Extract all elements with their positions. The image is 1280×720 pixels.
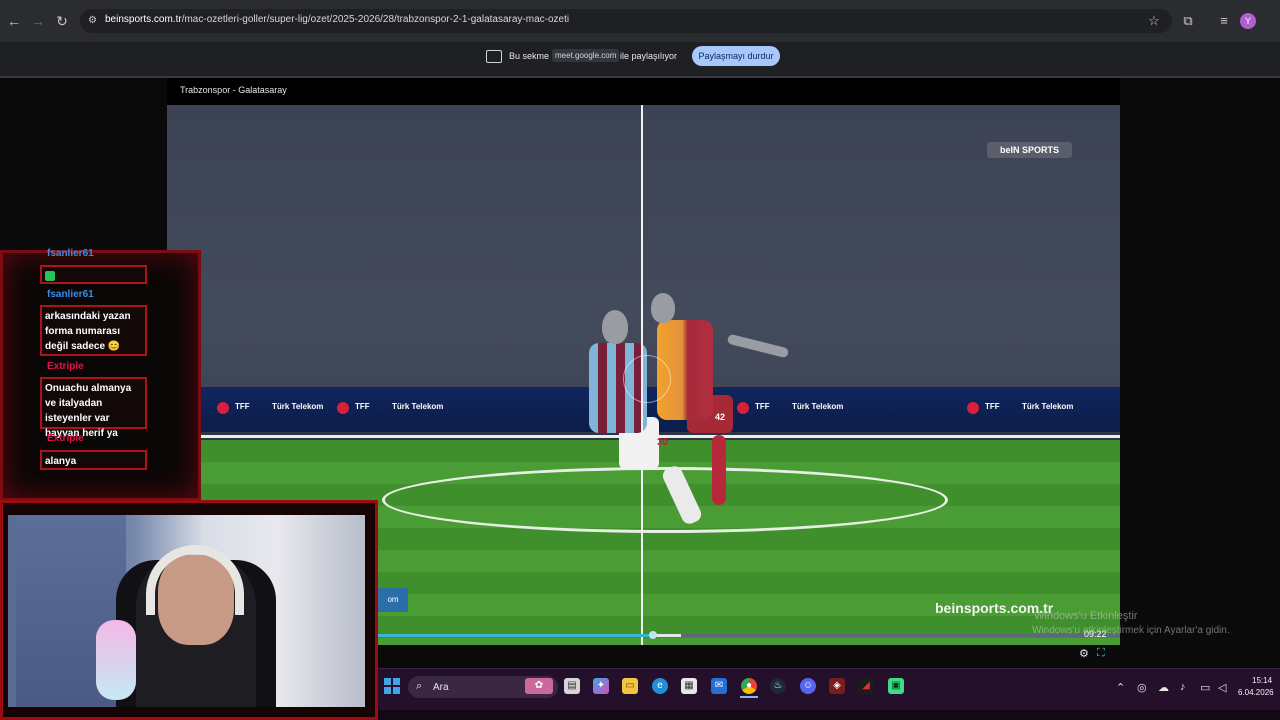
media-icon[interactable]: ≡ <box>1215 12 1233 30</box>
star-icon[interactable]: ☆ <box>1145 12 1163 30</box>
security-icon[interactable]: ◈ <box>829 678 845 694</box>
player-number: 42 <box>715 412 726 422</box>
android-icon[interactable]: ▣ <box>888 678 904 694</box>
folder-icon[interactable]: ▭ <box>622 678 638 694</box>
video-header <box>167 78 1120 105</box>
search-icon: ⌕ <box>416 680 423 692</box>
player-arm <box>726 333 790 359</box>
widget-icon[interactable]: ✿ <box>525 678 553 694</box>
ad-text: TFF <box>355 402 370 411</box>
url-text[interactable]: beinsports.com.tr/mac-ozetleri-goller/su… <box>105 14 569 25</box>
obs-icon[interactable]: ◎ <box>1137 681 1147 694</box>
channel-logo: beIN SPORTS <box>987 142 1072 158</box>
chat-message: alanya <box>40 450 147 470</box>
fullscreen-icon[interactable]: ⛶ <box>1097 647 1105 660</box>
ad-text: TFF <box>985 402 1000 411</box>
emote-icon <box>45 271 55 281</box>
network-icon[interactable]: ▭ <box>1200 681 1210 694</box>
back-icon[interactable]: ← <box>4 11 24 31</box>
chat-username: fsanlier61 <box>47 289 94 300</box>
edge-icon[interactable]: e <box>652 678 668 694</box>
copilot-icon[interactable]: ✦ <box>593 678 609 694</box>
offside-line <box>641 105 643 645</box>
share-text-before: Bu sekme <box>509 51 550 61</box>
webcam-feed <box>8 515 365 707</box>
forward-icon[interactable]: → <box>28 11 48 31</box>
tff-logo-icon <box>337 402 349 414</box>
cloud-icon[interactable]: ☁ <box>1158 681 1169 694</box>
ad-text: Türk Telekom <box>792 402 844 411</box>
chat-message: arkasındaki yazan forma numarası değil s… <box>40 305 147 356</box>
chrome-icon[interactable]: ● <box>741 678 757 694</box>
ad-text: TFF <box>235 402 250 411</box>
mini-badge: om <box>378 588 408 612</box>
discord-icon[interactable]: ☺ <box>800 678 816 694</box>
chevron-up-icon[interactable]: ⌃ <box>1116 681 1125 694</box>
clock-time[interactable]: 15:14 <box>1252 676 1272 685</box>
microphone <box>96 620 136 700</box>
video-title: Trabzonspor - Galatasaray <box>180 85 287 95</box>
share-host: meet.google.com <box>552 49 620 62</box>
outlook-icon[interactable]: ✉ <box>711 678 727 694</box>
player-head <box>651 293 675 323</box>
stop-sharing-button[interactable]: Paylaşmayı durdur <box>692 46 780 66</box>
windows-start-icon[interactable] <box>384 678 400 694</box>
activation-subtitle: Windows'u etkinleştirmek için Ayarlar'a … <box>1032 625 1230 636</box>
game-icon[interactable]: ◢ <box>858 678 874 694</box>
reload-icon[interactable]: ↻ <box>52 11 72 31</box>
progress-fill <box>378 634 653 637</box>
settings-icon[interactable]: ⚙ <box>1079 647 1089 660</box>
play-icon[interactable] <box>623 355 671 403</box>
extensions-icon[interactable]: ⧉ <box>1179 12 1197 30</box>
screen-share-icon <box>486 50 502 63</box>
player-head <box>602 310 628 344</box>
tff-logo-icon <box>967 402 979 414</box>
tff-logo-icon <box>737 402 749 414</box>
ad-text: TFF <box>755 402 770 411</box>
tff-logo-icon <box>217 402 229 414</box>
share-text-after: ile paylaşılıyor <box>620 51 678 61</box>
clock-date[interactable]: 6.04.2026 <box>1238 688 1274 697</box>
ad-text: Türk Telekom <box>392 402 444 411</box>
steam-icon[interactable]: ♨ <box>770 678 786 694</box>
chat-username: Extriple <box>47 361 84 372</box>
chat-message: Onuachu almanya ve italyadan isteyenler … <box>40 377 147 439</box>
store-icon[interactable]: ▦ <box>681 678 697 694</box>
activation-title: Windows'u Etkinleştir <box>1034 610 1138 622</box>
chat-username: fsanlier61 <box>47 248 94 259</box>
player-leg <box>712 435 726 505</box>
volume-icon[interactable]: ◁ <box>1218 681 1226 694</box>
progress-handle[interactable] <box>649 631 657 639</box>
headset <box>146 545 244 615</box>
progress-buffer <box>653 634 681 637</box>
ad-text: Türk Telekom <box>1022 402 1074 411</box>
player-number: 30 <box>657 437 669 448</box>
chat-username: Extriple <box>47 433 84 444</box>
microphone-icon[interactable]: ♪ <box>1180 681 1186 693</box>
profile-avatar[interactable]: Y <box>1240 13 1256 29</box>
chat-message <box>40 265 147 284</box>
site-info-icon[interactable]: ⚙ <box>88 15 97 26</box>
file-explorer-icon[interactable]: ▤ <box>564 678 580 694</box>
search-label: Ara <box>433 682 449 693</box>
ad-text: Türk Telekom <box>272 402 324 411</box>
